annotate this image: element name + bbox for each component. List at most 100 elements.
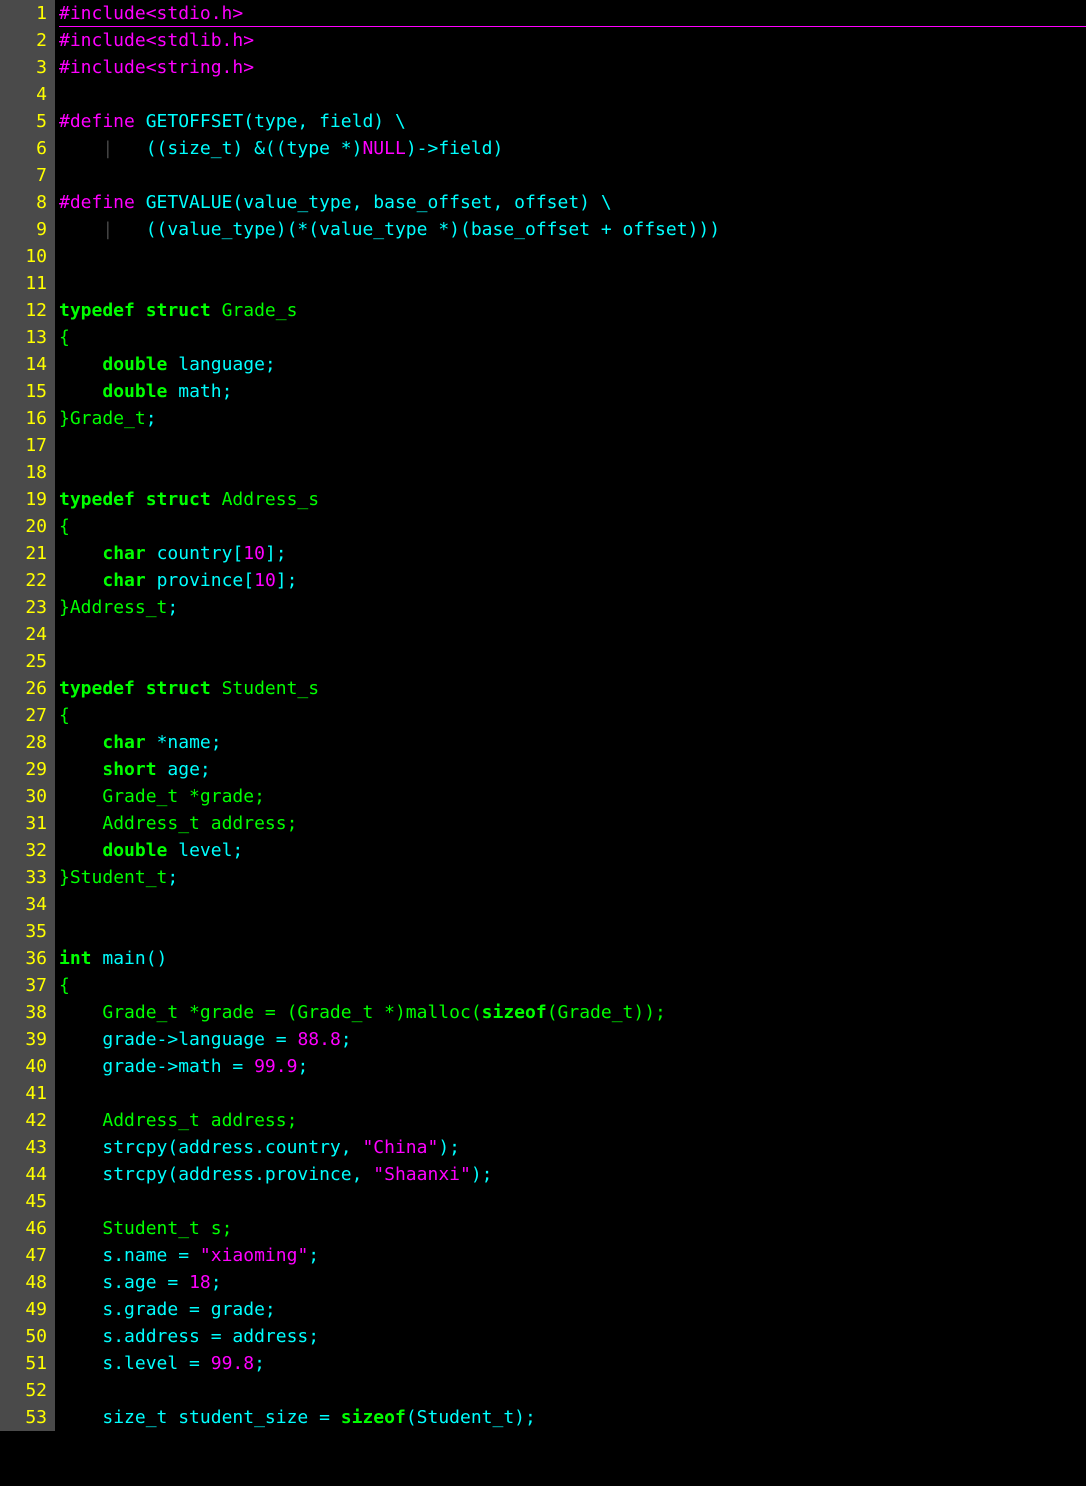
code-line[interactable]: strcpy(address.country, "China"); bbox=[59, 1134, 1086, 1161]
line-number: 9 bbox=[0, 216, 47, 243]
code-line[interactable] bbox=[59, 648, 1086, 675]
code-line[interactable]: | ((value_type)(*(value_type *)(base_off… bbox=[59, 216, 1086, 243]
code-line[interactable]: short age; bbox=[59, 756, 1086, 783]
line-number: 8 bbox=[0, 189, 47, 216]
code-line[interactable]: }Student_t; bbox=[59, 864, 1086, 891]
code-token: { bbox=[59, 516, 70, 537]
line-number: 35 bbox=[0, 918, 47, 945]
code-line[interactable]: double math; bbox=[59, 378, 1086, 405]
code-token: 10 bbox=[254, 570, 276, 591]
code-editor[interactable]: 1234567891011121314151617181920212223242… bbox=[0, 0, 1086, 1431]
code-area[interactable]: #include<stdio.h>#include<stdlib.h>#incl… bbox=[55, 0, 1086, 1431]
code-token: Address_t address; bbox=[102, 813, 297, 834]
code-line[interactable] bbox=[59, 270, 1086, 297]
code-line[interactable]: Address_t address; bbox=[59, 810, 1086, 837]
line-number: 25 bbox=[0, 648, 47, 675]
line-number: 26 bbox=[0, 675, 47, 702]
code-line[interactable] bbox=[59, 81, 1086, 108]
code-line[interactable]: }Address_t; bbox=[59, 594, 1086, 621]
code-line[interactable] bbox=[59, 1377, 1086, 1404]
line-number: 1 bbox=[0, 0, 47, 27]
code-line[interactable]: char *name; bbox=[59, 729, 1086, 756]
code-line[interactable]: }Grade_t; bbox=[59, 405, 1086, 432]
line-number: 53 bbox=[0, 1404, 47, 1431]
code-token: *name; bbox=[157, 732, 222, 753]
code-line[interactable]: double language; bbox=[59, 351, 1086, 378]
code-line[interactable]: strcpy(address.province, "Shaanxi"); bbox=[59, 1161, 1086, 1188]
line-number: 24 bbox=[0, 621, 47, 648]
code-line[interactable]: typedef struct Address_s bbox=[59, 486, 1086, 513]
code-token bbox=[135, 300, 146, 321]
line-number: 52 bbox=[0, 1377, 47, 1404]
line-number: 12 bbox=[0, 297, 47, 324]
code-token: | bbox=[102, 219, 145, 240]
code-token bbox=[135, 489, 146, 510]
code-token bbox=[92, 948, 103, 969]
code-line[interactable]: { bbox=[59, 513, 1086, 540]
code-line[interactable]: double level; bbox=[59, 837, 1086, 864]
code-token bbox=[59, 570, 102, 591]
code-token: sizeof bbox=[482, 1002, 547, 1023]
line-number: 40 bbox=[0, 1053, 47, 1080]
code-token: int bbox=[59, 948, 92, 969]
code-line[interactable]: s.age = 18; bbox=[59, 1269, 1086, 1296]
code-line[interactable]: s.grade = grade; bbox=[59, 1296, 1086, 1323]
code-token bbox=[59, 381, 102, 402]
line-number: 32 bbox=[0, 837, 47, 864]
code-token: NULL bbox=[362, 138, 405, 159]
code-line[interactable]: { bbox=[59, 972, 1086, 999]
code-line[interactable] bbox=[59, 918, 1086, 945]
code-token: { bbox=[59, 327, 70, 348]
code-token: s.grade = grade; bbox=[102, 1299, 275, 1320]
code-line[interactable]: char country[10]; bbox=[59, 540, 1086, 567]
line-number: 10 bbox=[0, 243, 47, 270]
code-token bbox=[167, 840, 178, 861]
code-line[interactable]: #include<string.h> bbox=[59, 54, 1086, 81]
code-token: language; bbox=[178, 354, 276, 375]
code-token bbox=[135, 678, 146, 699]
code-line[interactable] bbox=[59, 891, 1086, 918]
code-line[interactable]: #include<stdio.h> bbox=[59, 0, 1086, 27]
code-line[interactable] bbox=[59, 432, 1086, 459]
code-line[interactable]: | ((size_t) &((type *)NULL)->field) bbox=[59, 135, 1086, 162]
code-line[interactable]: s.name = "xiaoming"; bbox=[59, 1242, 1086, 1269]
code-line[interactable]: #define GETOFFSET(type, field) \ bbox=[59, 108, 1086, 135]
code-line[interactable] bbox=[59, 621, 1086, 648]
code-line[interactable]: { bbox=[59, 702, 1086, 729]
code-line[interactable]: { bbox=[59, 324, 1086, 351]
code-token bbox=[146, 732, 157, 753]
line-number: 39 bbox=[0, 1026, 47, 1053]
line-number: 51 bbox=[0, 1350, 47, 1377]
code-line[interactable]: grade->language = 88.8; bbox=[59, 1026, 1086, 1053]
code-line[interactable] bbox=[59, 1080, 1086, 1107]
code-token bbox=[59, 1245, 102, 1266]
code-line[interactable]: char province[10]; bbox=[59, 567, 1086, 594]
code-token: #include bbox=[59, 57, 146, 78]
code-token: Address_t bbox=[70, 597, 168, 618]
code-line[interactable]: Address_t address; bbox=[59, 1107, 1086, 1134]
code-line[interactable]: grade->math = 99.9; bbox=[59, 1053, 1086, 1080]
code-line[interactable]: #define GETVALUE(value_type, base_offset… bbox=[59, 189, 1086, 216]
code-line[interactable]: s.address = address; bbox=[59, 1323, 1086, 1350]
line-number: 6 bbox=[0, 135, 47, 162]
code-line[interactable]: typedef struct Student_s bbox=[59, 675, 1086, 702]
code-line[interactable] bbox=[59, 243, 1086, 270]
code-line[interactable] bbox=[59, 1188, 1086, 1215]
code-line[interactable]: size_t student_size = sizeof(Student_t); bbox=[59, 1404, 1086, 1431]
code-line[interactable]: Grade_t *grade = (Grade_t *)malloc(sizeo… bbox=[59, 999, 1086, 1026]
code-line[interactable]: Grade_t *grade; bbox=[59, 783, 1086, 810]
line-number: 4 bbox=[0, 81, 47, 108]
code-line[interactable] bbox=[59, 162, 1086, 189]
code-token bbox=[59, 219, 102, 240]
code-line[interactable]: Student_t s; bbox=[59, 1215, 1086, 1242]
line-number: 30 bbox=[0, 783, 47, 810]
code-token bbox=[135, 111, 146, 132]
code-line[interactable]: #include<stdlib.h> bbox=[59, 27, 1086, 54]
line-number: 37 bbox=[0, 972, 47, 999]
line-number: 14 bbox=[0, 351, 47, 378]
code-line[interactable] bbox=[59, 459, 1086, 486]
code-line[interactable]: typedef struct Grade_s bbox=[59, 297, 1086, 324]
code-token bbox=[59, 354, 102, 375]
code-line[interactable]: s.level = 99.8; bbox=[59, 1350, 1086, 1377]
code-line[interactable]: int main() bbox=[59, 945, 1086, 972]
